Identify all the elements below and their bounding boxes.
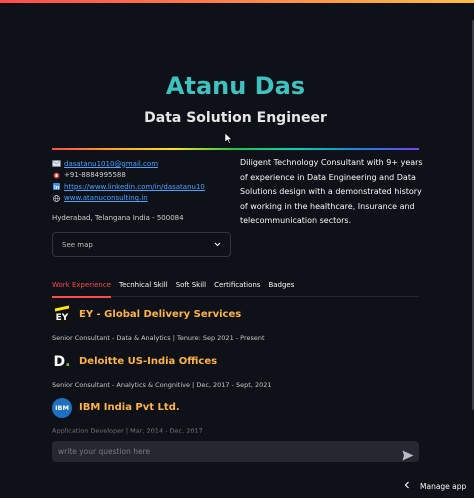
address-text: Hyderabad, Telangana India - 500084 bbox=[52, 214, 184, 222]
contact-list: dasatanu1010@gmail.com +91-8884995588 in… bbox=[52, 158, 232, 204]
deloitte-logo: D. bbox=[53, 354, 71, 370]
company-name: IBM India Pvt Ltd. bbox=[79, 402, 180, 413]
page-subtitle: Data Solution Engineer bbox=[144, 110, 327, 126]
tab-technical-skill[interactable]: Tecnhical Skill bbox=[119, 278, 168, 297]
ey-logo: EY bbox=[52, 305, 72, 325]
tab-certifications[interactable]: Certifications bbox=[214, 278, 260, 297]
job-entry-ey: EY EY - Global Delivery Services Senior … bbox=[52, 305, 419, 342]
rainbow-divider bbox=[52, 148, 419, 150]
see-map-expander[interactable]: See map bbox=[52, 232, 231, 257]
content-fade bbox=[52, 424, 419, 438]
company-name: EY - Global Delivery Services bbox=[79, 309, 242, 320]
email-icon bbox=[52, 160, 61, 167]
see-map-label: See map bbox=[62, 240, 93, 249]
send-icon[interactable] bbox=[402, 446, 414, 461]
ibm-logo-text: IBM bbox=[55, 404, 69, 412]
chat-input[interactable] bbox=[58, 441, 388, 462]
website-link[interactable]: www.atanuconsulting.in bbox=[64, 194, 148, 202]
chat-input-bar bbox=[52, 441, 419, 462]
ey-logo-text: EY bbox=[55, 313, 69, 323]
job-role: Senior Consultant - Analytics & Congniti… bbox=[52, 381, 272, 389]
job-role: Senior Consultant - Data & Analytics | T… bbox=[52, 334, 265, 342]
phone-icon bbox=[52, 172, 61, 179]
linkedin-icon: in bbox=[52, 183, 61, 191]
svg-text:in: in bbox=[54, 185, 60, 190]
manage-app-label: Manage app bbox=[420, 481, 467, 491]
linkedin-link[interactable]: https://www.linkedin.com/in/dasatanu10 bbox=[64, 183, 205, 191]
company-name: Deloitte US-India Offices bbox=[79, 356, 218, 367]
mouse-cursor-icon bbox=[224, 132, 233, 147]
contact-phone: +91-8884995588 bbox=[52, 170, 232, 182]
tab-work-experience[interactable]: Work Experience bbox=[52, 278, 111, 298]
email-link[interactable]: dasatanu1010@gmail.com bbox=[64, 160, 158, 168]
about-summary: Diligent Technology Consultant with 9+ y… bbox=[240, 158, 423, 225]
section-tabs: Work Experience Tecnhical Skill Soft Ski… bbox=[52, 278, 419, 298]
contact-linkedin: in https://www.linkedin.com/in/dasatanu1… bbox=[52, 181, 232, 193]
top-decoration-bar bbox=[0, 0, 474, 3]
phone-text: +91-8884995588 bbox=[64, 171, 126, 180]
chevron-down-icon bbox=[214, 241, 221, 249]
ibm-logo: IBM bbox=[52, 398, 72, 418]
contact-website: www.atanuconsulting.in bbox=[52, 193, 232, 205]
globe-icon bbox=[52, 194, 61, 202]
contact-email: dasatanu1010@gmail.com bbox=[52, 158, 232, 170]
chevron-left-icon bbox=[404, 481, 410, 492]
page-title: Atanu Das bbox=[165, 72, 306, 100]
deloitte-logo-text: D bbox=[53, 354, 66, 370]
manage-app-button[interactable]: Manage app bbox=[404, 478, 466, 494]
tab-badges[interactable]: Badges bbox=[268, 278, 294, 297]
tab-soft-skill[interactable]: Soft Skill bbox=[176, 278, 206, 297]
